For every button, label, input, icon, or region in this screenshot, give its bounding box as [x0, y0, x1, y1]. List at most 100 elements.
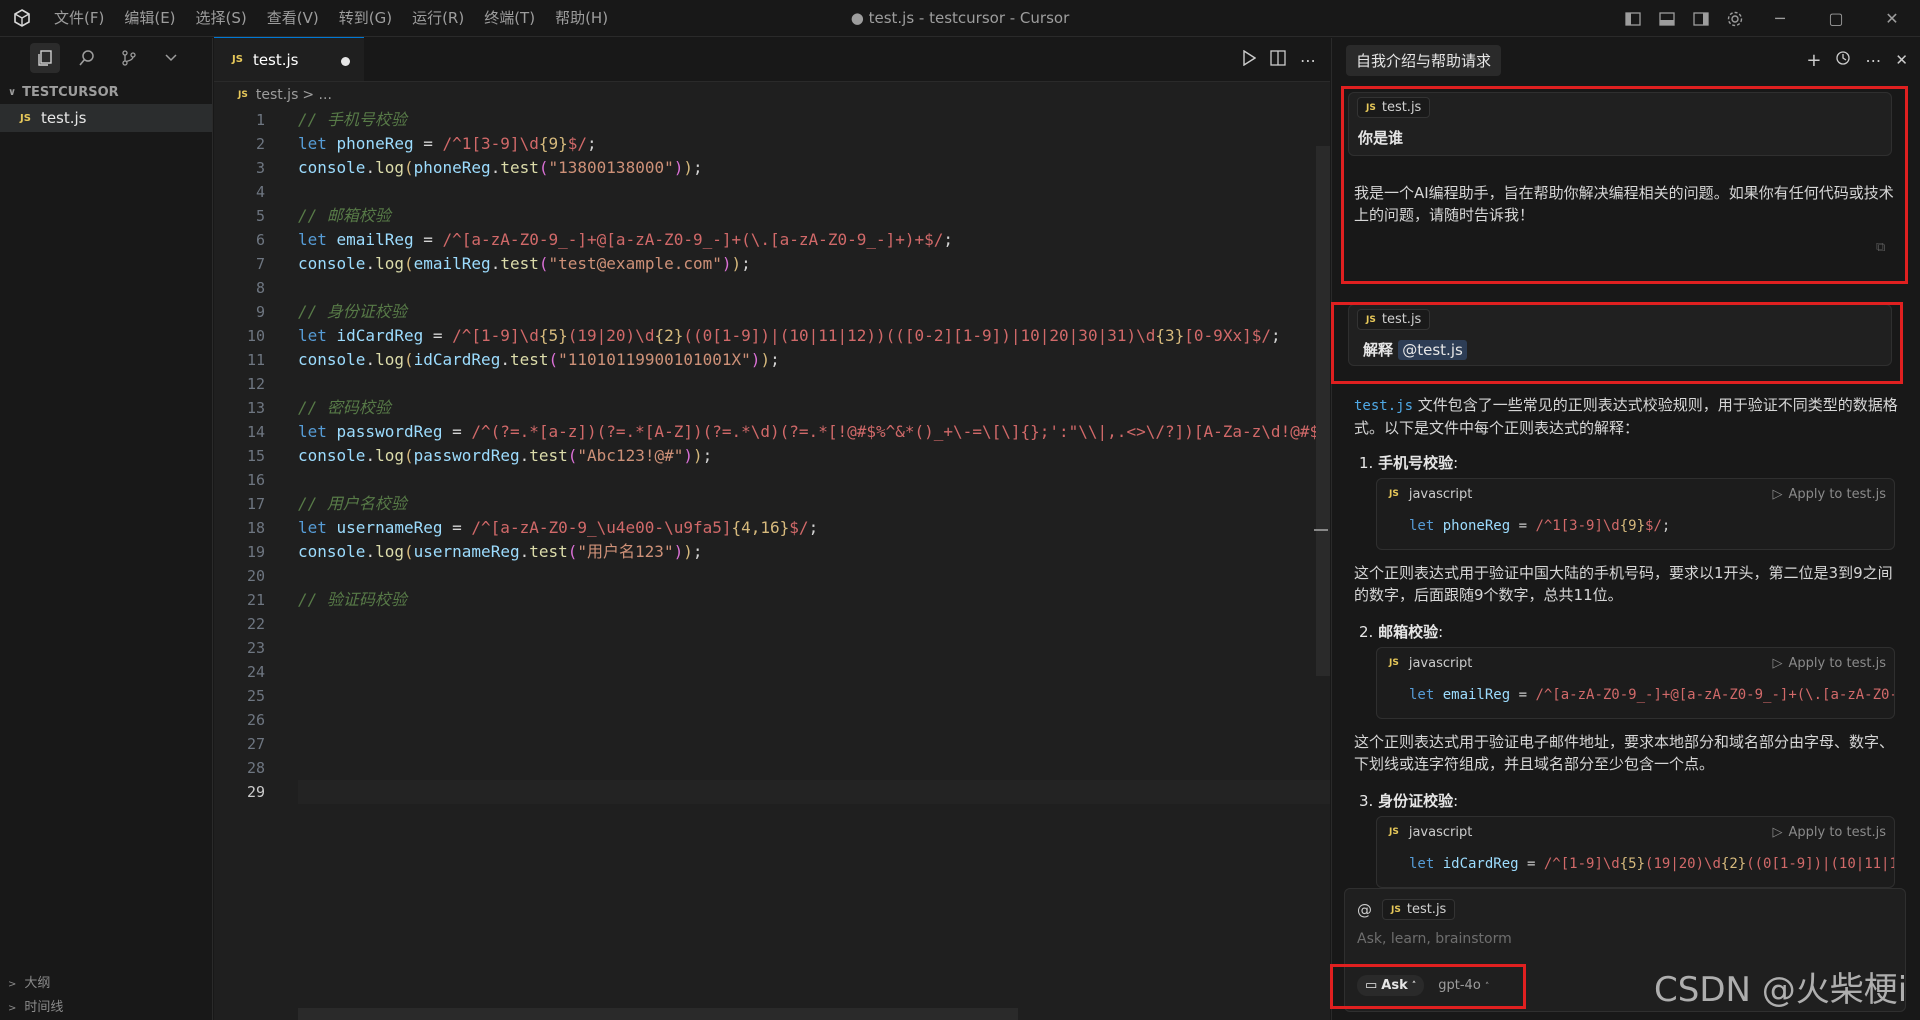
chat-input-placeholder[interactable]: Ask, learn, brainstorm — [1357, 931, 1512, 947]
item-description: 这个正则表达式用于验证电子邮件地址，要求本地部分和域名部分由字母、数字、下划线或… — [1354, 733, 1895, 773]
vertical-scrollbar[interactable] — [1316, 146, 1330, 676]
at-mention-icon[interactable]: @ — [1357, 901, 1372, 919]
cursor-logo-icon[interactable] — [0, 0, 44, 37]
code-line[interactable]: 13 // 密码校验 — [214, 396, 1330, 420]
list-colon: : — [1453, 454, 1459, 472]
menu-help[interactable]: 帮助(H) — [545, 0, 618, 37]
highlight-box — [1341, 86, 1908, 284]
code-line[interactable]: 10 let idCardReg = /^[1-9]\d{5}(19|20)\d{… — [214, 324, 1330, 348]
code-line[interactable]: 19 console.log(usernameReg.test("用户名123")… — [214, 540, 1330, 564]
code-line[interactable]: 4 — [214, 180, 1330, 204]
code-line[interactable]: 8 — [214, 276, 1330, 300]
code-line[interactable]: 24 — [214, 660, 1330, 684]
code-line[interactable]: 7 console.log(emailReg.test("test@example… — [214, 252, 1330, 276]
menu-view[interactable]: 查看(V) — [257, 0, 329, 37]
toggle-secondary-sidebar-icon[interactable] — [1684, 0, 1718, 37]
menu-terminal[interactable]: 终端(T) — [474, 0, 545, 37]
chevron-right-icon: > — [8, 979, 17, 990]
code-line[interactable]: 28 — [214, 756, 1330, 780]
menu-selection[interactable]: 选择(S) — [186, 0, 257, 37]
apply-to-file-button[interactable]: ▷ Apply to test.js — [1773, 817, 1887, 847]
code-line[interactable]: 3 console.log(phoneReg.test("13800138000"… — [214, 156, 1330, 180]
code-line[interactable]: 5 // 邮箱校验 — [214, 204, 1330, 228]
inline-code-file[interactable]: test.js — [1354, 398, 1413, 414]
source-control-icon[interactable] — [114, 43, 144, 73]
chat-title-tab[interactable]: 自我介绍与帮助请求 — [1346, 44, 1502, 76]
apply-label: Apply to test.js — [1788, 486, 1887, 502]
code-line[interactable]: 18 let usernameReg = /^[a-zA-Z0-9_\u4e00-… — [214, 516, 1330, 540]
unsaved-dot-icon[interactable] — [341, 57, 350, 66]
code-line[interactable]: 1 // 手机号校验 — [214, 108, 1330, 132]
close-panel-icon[interactable]: ✕ — [1895, 51, 1908, 69]
line-number: 18 — [246, 519, 265, 537]
list-title: 身份证校验 — [1378, 792, 1454, 810]
code-line[interactable]: 27 — [214, 732, 1330, 756]
menu-run[interactable]: 运行(R) — [402, 0, 474, 37]
chevron-down-icon: ∨ — [8, 86, 17, 98]
code-line[interactable]: 17 // 用户名校验 — [214, 492, 1330, 516]
code-block[interactable]: JS javascript ▷ Apply to test.js let idCar… — [1376, 816, 1895, 888]
apply-label: Apply to test.js — [1788, 824, 1887, 840]
context-chip[interactable]: JS test.js — [1382, 899, 1456, 920]
code-language: javascript — [1408, 655, 1473, 671]
outline-section-header[interactable]: > 大纲 — [8, 972, 50, 991]
more-actions-icon[interactable]: ⋯ — [1865, 51, 1881, 70]
menu-edit[interactable]: 编辑(E) — [114, 0, 185, 37]
code-line[interactable]: 15 console.log(passwordReg.test("Abc123!@… — [214, 444, 1330, 468]
line-number: 6 — [255, 231, 265, 249]
code-block[interactable]: JS javascript ▷ Apply to test.js let email… — [1376, 647, 1895, 719]
code-line[interactable]: 6 let emailReg = /^[a-zA-Z0-9_-]+@[a-zA-Z… — [214, 228, 1330, 252]
code-text: let passwordReg = /^(?=.*[a-z])(?=.*[A-Z… — [298, 422, 1330, 441]
apply-to-file-button[interactable]: ▷ Apply to test.js — [1773, 479, 1887, 509]
search-icon[interactable] — [72, 43, 102, 73]
settings-gear-icon[interactable] — [1718, 0, 1752, 37]
run-play-icon[interactable] — [1242, 49, 1257, 70]
breadcrumb-file[interactable]: test.js — [256, 87, 299, 103]
breadcrumb-rest[interactable]: > ... — [302, 87, 332, 103]
explorer-files-icon[interactable] — [30, 43, 60, 73]
history-icon[interactable] — [1835, 50, 1851, 70]
more-actions-icon[interactable]: ⋯ — [1300, 51, 1316, 70]
new-chat-plus-icon[interactable]: + — [1806, 50, 1821, 71]
menu-file[interactable]: 文件(F) — [44, 0, 114, 37]
maximize-icon[interactable]: ▢ — [1808, 0, 1864, 37]
code-snippet: let phoneReg = /^1[3-9]\d{9}$/; — [1409, 518, 1671, 534]
list-item-heading: 2. 邮箱校验: — [1359, 621, 1443, 642]
explorer-section-header[interactable]: ∨ TESTCURSOR — [0, 80, 212, 104]
code-line[interactable]: 25 — [214, 684, 1330, 708]
toggle-panel-icon[interactable] — [1650, 0, 1684, 37]
code-line[interactable]: 23 — [214, 636, 1330, 660]
code-line[interactable]: 11 console.log(idCardReg.test("1101011990… — [214, 348, 1330, 372]
horizontal-scrollbar[interactable] — [298, 1008, 1018, 1020]
toggle-primary-sidebar-icon[interactable] — [1616, 0, 1650, 37]
chevron-down-icon[interactable] — [156, 43, 186, 73]
code-line[interactable]: 9 // 身份证校验 — [214, 300, 1330, 324]
menu-go[interactable]: 转到(G) — [329, 0, 402, 37]
timeline-section-header[interactable]: > 时间线 — [8, 996, 63, 1015]
javascript-file-icon: JS — [1389, 658, 1399, 668]
file-tree-item-test-js[interactable]: JS test.js — [0, 104, 212, 132]
code-block[interactable]: JS javascript ▷ Apply to test.js let phone… — [1376, 478, 1895, 550]
code-line[interactable]: 20 — [214, 564, 1330, 588]
code-area[interactable]: 1 // 手机号校验 2 let phoneReg = /^1[3-9]\d{9}$/… — [214, 108, 1330, 1020]
code-line[interactable]: 16 — [214, 468, 1330, 492]
close-window-icon[interactable]: ✕ — [1864, 0, 1920, 37]
code-editor: JS test.js ⋯ JS test.js > ... 1 // 手机号校验 2… — [214, 37, 1330, 1020]
editor-tab-test-js[interactable]: JS test.js — [214, 37, 364, 81]
minimize-icon[interactable]: ─ — [1752, 0, 1808, 37]
code-text: // 验证码校验 — [298, 590, 407, 609]
split-editor-icon[interactable] — [1270, 50, 1286, 70]
code-line[interactable]: 21 // 验证码校验 — [214, 588, 1330, 612]
javascript-file-icon: JS — [238, 90, 248, 100]
code-line[interactable]: 14 let passwordReg = /^(?=.*[a-z])(?=.*[A… — [214, 420, 1330, 444]
code-line[interactable]: 22 — [214, 612, 1330, 636]
chevron-right-icon: > — [8, 1003, 17, 1014]
timeline-label: 时间线 — [24, 1000, 64, 1015]
code-text: let idCardReg = /^[1-9]\d{5}(19|20)\d{2}… — [298, 326, 1281, 345]
code-line[interactable]: 26 — [214, 708, 1330, 732]
apply-to-file-button[interactable]: ▷ Apply to test.js — [1773, 648, 1887, 678]
code-line[interactable]: 2 let phoneReg = /^1[3-9]\d{9}$/; — [214, 132, 1330, 156]
list-item-heading: 3. 身份证校验: — [1359, 790, 1458, 811]
code-line[interactable]: 29 — [214, 780, 1330, 804]
code-line[interactable]: 12 — [214, 372, 1330, 396]
